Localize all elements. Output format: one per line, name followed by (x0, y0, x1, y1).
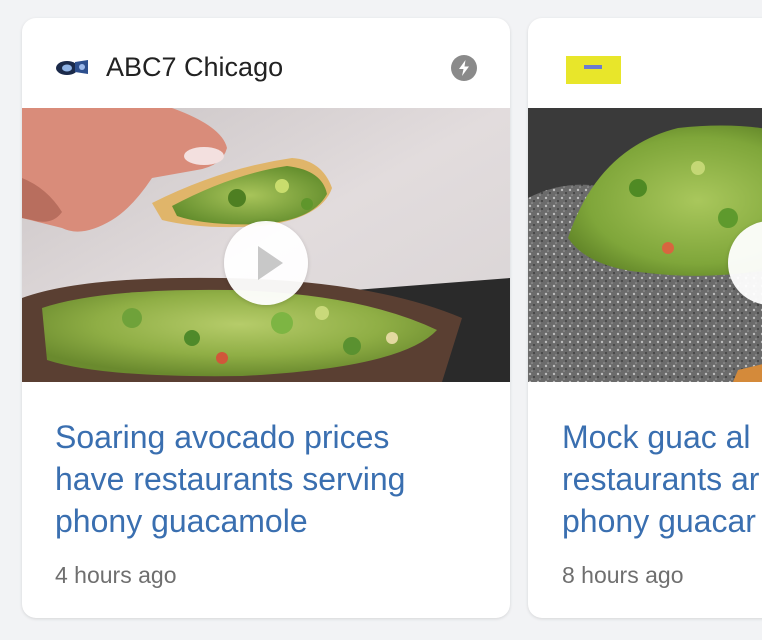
card-header: ABC7 Chicago (22, 18, 510, 108)
headline[interactable]: Soaring avocado prices have restaurants … (55, 416, 475, 542)
timestamp: 8 hours ago (562, 562, 684, 588)
headline-line[interactable]: have restaurants serving (55, 458, 475, 500)
play-icon (258, 246, 283, 280)
news-card[interactable]: ABC7 Chicago Soaring avocado prices have… (22, 18, 510, 618)
card-header (528, 18, 762, 108)
headline[interactable]: Mock guac al restaurants ar phony guacar (562, 416, 762, 542)
headline-line[interactable]: restaurants ar (562, 458, 762, 500)
video-thumbnail[interactable] (528, 108, 762, 382)
lightning-bolt-icon (451, 55, 477, 81)
headline-line[interactable]: phony guacar (562, 500, 762, 542)
timestamp: 4 hours ago (55, 562, 177, 588)
headline-line[interactable]: phony guacamole (55, 500, 475, 542)
news-carousel: ABC7 Chicago Soaring avocado prices have… (0, 0, 762, 640)
news-card[interactable]: Mock guac al restaurants ar phony guacar… (528, 18, 762, 618)
headline-line[interactable]: Mock guac al (562, 416, 762, 458)
publisher-logo-icon (566, 56, 621, 84)
video-thumbnail[interactable] (22, 108, 510, 382)
abc7-logo-icon (55, 56, 89, 78)
play-button[interactable] (224, 221, 308, 305)
source-name: ABC7 Chicago (106, 52, 284, 82)
headline-line[interactable]: Soaring avocado prices (55, 416, 475, 458)
